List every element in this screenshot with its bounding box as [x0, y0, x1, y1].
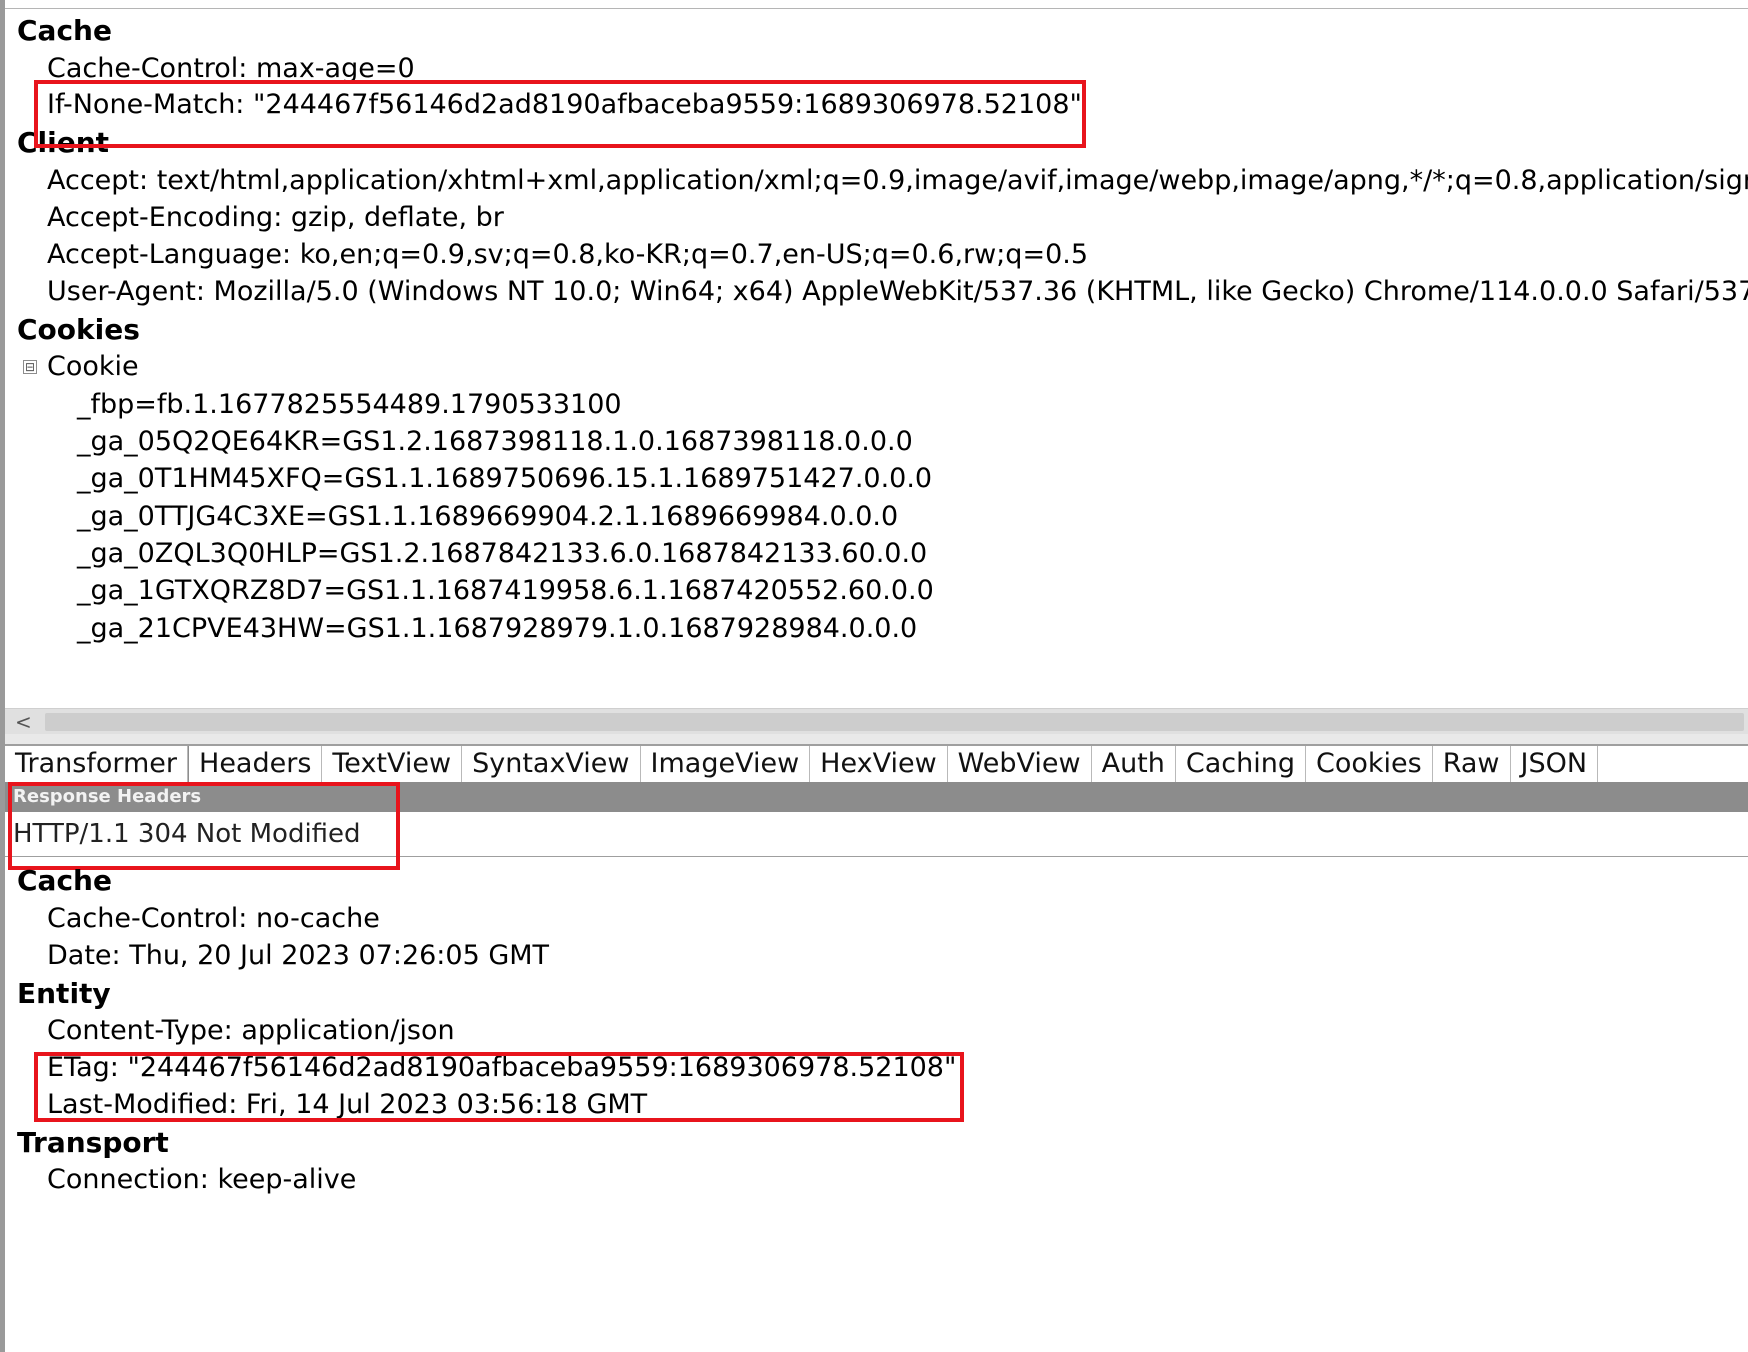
- tab-cookies[interactable]: Cookies: [1306, 746, 1433, 782]
- tab-imageview[interactable]: ImageView: [641, 746, 811, 782]
- tab-headers[interactable]: Headers: [188, 746, 323, 782]
- cookie-item[interactable]: _ga_21CPVE43HW=GS1.1.1687928979.1.0.1687…: [77, 608, 917, 650]
- header-date[interactable]: Date: Thu, 20 Jul 2023 07:26:05 GMT: [47, 935, 549, 977]
- tab-caching[interactable]: Caching: [1176, 746, 1306, 782]
- cookie-item[interactable]: _ga_1GTXQRZ8D7=GS1.1.1687419958.6.1.1687…: [77, 570, 934, 612]
- pane-splitter[interactable]: [5, 734, 1748, 746]
- header-cache-control[interactable]: Cache-Control: no-cache: [47, 898, 380, 940]
- header-accept-encoding[interactable]: Accept-Encoding: gzip, deflate, br: [47, 197, 504, 239]
- tab-raw[interactable]: Raw: [1433, 746, 1511, 782]
- highlight-etag: [34, 1052, 964, 1122]
- cookie-item[interactable]: _ga_0ZQL3Q0HLP=GS1.2.1687842133.6.0.1687…: [77, 533, 927, 575]
- section-cookies: Cookies: [17, 313, 140, 346]
- tab-webview[interactable]: WebView: [948, 746, 1092, 782]
- horizontal-scrollbar[interactable]: <: [5, 708, 1748, 735]
- inspector-tabs: Transformer Headers TextView SyntaxView …: [5, 746, 1748, 782]
- header-connection[interactable]: Connection: keep-alive: [47, 1159, 356, 1201]
- cookie-node[interactable]: Cookie: [47, 346, 139, 388]
- scroll-left-icon[interactable]: <: [15, 709, 32, 735]
- highlight-if-none-match: [34, 80, 1086, 148]
- tab-auth[interactable]: Auth: [1092, 746, 1176, 782]
- header-user-agent[interactable]: User-Agent: Mozilla/5.0 (Windows NT 10.0…: [47, 271, 1748, 313]
- section-cache: Cache: [17, 14, 112, 47]
- cookie-item[interactable]: _ga_05Q2QE64KR=GS1.2.1687398118.1.0.1687…: [77, 421, 913, 463]
- cookie-item[interactable]: _ga_0TTJG4C3XE=GS1.1.1689669904.2.1.1689…: [77, 496, 898, 538]
- tab-syntaxview[interactable]: SyntaxView: [462, 746, 641, 782]
- scrollbar-thumb[interactable]: [45, 713, 1744, 731]
- tab-hexview[interactable]: HexView: [810, 746, 948, 782]
- section-cache: Cache: [17, 864, 112, 897]
- highlight-status: [8, 782, 400, 870]
- cookie-item[interactable]: _fbp=fb.1.1677825554489.1790533100: [77, 384, 622, 426]
- header-accept[interactable]: Accept: text/html,application/xhtml+xml,…: [47, 160, 1748, 202]
- cookie-item[interactable]: _ga_0T1HM45XFQ=GS1.1.1689750696.15.1.168…: [77, 458, 932, 500]
- header-accept-language[interactable]: Accept-Language: ko,en;q=0.9,sv;q=0.8,ko…: [47, 234, 1088, 276]
- collapse-icon[interactable]: ⊟: [23, 360, 37, 374]
- header-content-type[interactable]: Content-Type: application/json: [47, 1010, 455, 1052]
- tab-textview[interactable]: TextView: [322, 746, 463, 782]
- section-entity: Entity: [17, 977, 111, 1010]
- section-transport: Transport: [17, 1126, 169, 1159]
- tab-json[interactable]: JSON: [1511, 746, 1599, 782]
- tab-transformer[interactable]: Transformer: [5, 746, 189, 782]
